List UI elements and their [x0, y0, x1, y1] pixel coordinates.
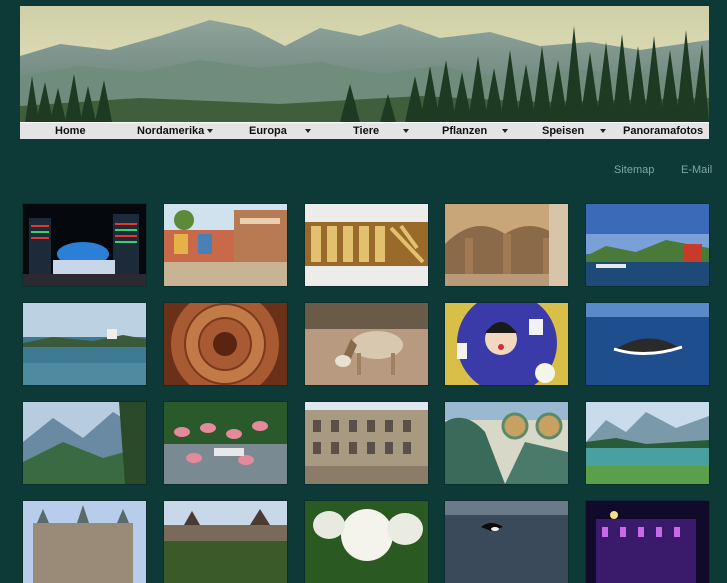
- nav-item-label: Pflanzen: [442, 125, 488, 137]
- gallery-thumbnail[interactable]: [445, 402, 568, 484]
- sitemap-link[interactable]: Sitemap: [614, 164, 654, 176]
- gallery-thumbnail[interactable]: [445, 303, 568, 385]
- gallery-thumbnail[interactable]: [164, 501, 287, 583]
- chevron-down-icon: [502, 129, 508, 133]
- nav-item-label: Tiere: [353, 125, 380, 137]
- chevron-down-icon: [600, 129, 606, 133]
- gallery-thumbnail[interactable]: [23, 501, 146, 583]
- chevron-down-icon: [207, 129, 213, 133]
- gallery-thumbnail[interactable]: [586, 303, 709, 385]
- nav-item-label: Speisen: [542, 125, 585, 137]
- gallery-thumbnail[interactable]: [23, 303, 146, 385]
- header-banner-image: [20, 6, 709, 122]
- gallery-thumbnail[interactable]: [164, 303, 287, 385]
- nav-item-label: Nordamerika: [137, 125, 205, 137]
- nav-item-tiere[interactable]: Tiere: [353, 123, 411, 139]
- gallery-thumbnail[interactable]: [164, 402, 287, 484]
- nav-item-nordamerika[interactable]: Nordamerika: [137, 123, 215, 139]
- gallery-thumbnail[interactable]: [305, 204, 428, 286]
- nav-item-home[interactable]: Home: [55, 123, 86, 139]
- gallery-thumbnail[interactable]: [23, 402, 146, 484]
- gallery-thumbnail[interactable]: [445, 501, 568, 583]
- nav-item-label: Europa: [249, 125, 287, 137]
- chevron-down-icon: [403, 129, 409, 133]
- nav-item-pflanzen[interactable]: Pflanzen: [442, 123, 510, 139]
- nav-item-panoramafotos[interactable]: Panoramafotos: [623, 123, 703, 139]
- nav-item-speisen[interactable]: Speisen: [542, 123, 608, 139]
- gallery-thumbnail[interactable]: [445, 204, 568, 286]
- nav-item-label: Home: [55, 125, 86, 137]
- gallery-thumbnail[interactable]: [305, 402, 428, 484]
- nav-item-label: Panoramafotos: [623, 125, 704, 137]
- email-link[interactable]: E-Mail: [681, 164, 712, 176]
- gallery-thumbnail[interactable]: [586, 501, 709, 583]
- gallery-thumbnail[interactable]: [305, 501, 428, 583]
- nav-item-europa[interactable]: Europa: [249, 123, 313, 139]
- gallery-thumbnail[interactable]: [586, 402, 709, 484]
- gallery-thumbnail[interactable]: [23, 204, 146, 286]
- gallery-thumbnail[interactable]: [305, 303, 428, 385]
- chevron-down-icon: [305, 129, 311, 133]
- main-navigation: Home Nordamerika Europa Tiere Pflanzen S…: [20, 122, 709, 139]
- gallery-thumbnail[interactable]: [164, 204, 287, 286]
- gallery-thumbnail[interactable]: [586, 204, 709, 286]
